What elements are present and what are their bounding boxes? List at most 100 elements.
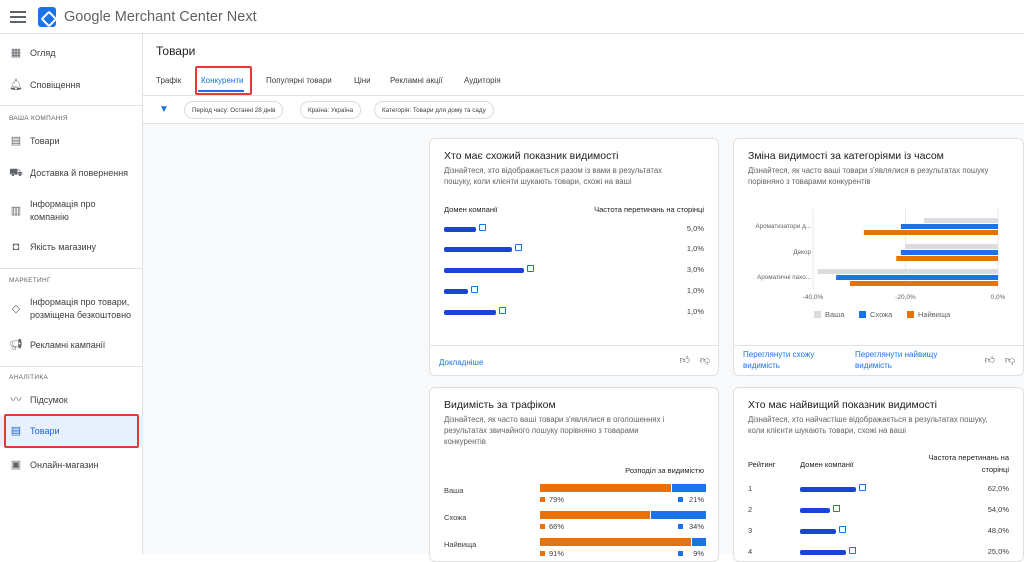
- bar-orange[interactable]: [540, 538, 692, 546]
- tab-prices[interactable]: Ціни: [354, 76, 371, 85]
- tab-popular-products[interactable]: Популярні товари: [266, 76, 332, 85]
- subtitle-line: коли клієнти шукають товари, схожі на ва…: [748, 426, 906, 435]
- external-link-icon[interactable]: [833, 505, 840, 512]
- redacted-domain[interactable]: [800, 529, 836, 534]
- sidebar-item-business-info[interactable]: ▥ Інформація про компанію: [0, 197, 143, 225]
- thumb-down-icon[interactable]: 👎︎: [700, 354, 710, 366]
- sidebar-item-store-quality[interactable]: ◘ Якість магазину: [0, 240, 143, 254]
- bar-Схожа[interactable]: [836, 275, 998, 280]
- sidebar-item-overview[interactable]: ▦ Огляд: [0, 46, 143, 60]
- divider: [0, 366, 143, 367]
- view-similar-link[interactable]: Переглянути схожу видимість: [743, 349, 814, 371]
- sidebar-item-products[interactable]: ▤ Товари: [0, 134, 143, 148]
- orange-swatch: [540, 524, 545, 529]
- divider: [0, 105, 143, 106]
- bar-Ваша[interactable]: [817, 269, 998, 274]
- section-label-analytics: АНАЛІТИКА: [9, 374, 49, 381]
- thumb-up-icon[interactable]: 👍︎: [985, 354, 995, 366]
- link-line: видимість: [743, 361, 780, 370]
- app-title: Google Merchant Center Next: [64, 8, 257, 25]
- external-link-icon[interactable]: [839, 526, 846, 533]
- bar-Найвища[interactable]: [863, 230, 998, 235]
- external-link-icon[interactable]: [479, 224, 486, 231]
- tab-audience[interactable]: Аудиторія: [464, 76, 501, 85]
- rank-value: 1: [748, 484, 753, 493]
- card-subtitle: Дізнайтеся, як часто ваші товари з'являл…: [748, 165, 988, 187]
- sidebar-item-label: Підсумок: [30, 394, 68, 405]
- subtitle-line: Дізнайтеся, як часто ваші товари з'являл…: [444, 415, 665, 424]
- sidebar-item-online-store[interactable]: ▣ Онлайн-магазин: [0, 458, 143, 472]
- bar-Найвища[interactable]: [850, 281, 998, 286]
- bar-orange[interactable]: [540, 511, 650, 519]
- subtitle-line: пошуку, коли клієнти шукають товари, схо…: [444, 177, 632, 186]
- redacted-domain[interactable]: [444, 268, 524, 273]
- card-title: Зміна видимості за категоріями із часом: [748, 150, 944, 162]
- sidebar-item-shipping[interactable]: ⛟ Доставка й повернення: [0, 166, 143, 180]
- tab-traffic[interactable]: Трафік: [156, 76, 181, 85]
- bar-Найвища[interactable]: [896, 256, 998, 261]
- highlight-box: [195, 66, 252, 95]
- menu-icon[interactable]: [10, 10, 26, 23]
- rank-value: 2: [748, 505, 753, 514]
- link-line: Переглянути схожу: [743, 350, 815, 359]
- bar-orange[interactable]: [540, 484, 672, 492]
- section-label-company: ВАША КОМПАНІЯ: [9, 115, 68, 122]
- blue-swatch: [678, 497, 683, 502]
- subtitle-line: Дізнайтеся, хто відображається разом із …: [444, 166, 663, 175]
- thumb-up-icon[interactable]: 👍︎: [680, 354, 690, 366]
- x-tick-label: -20,0%: [895, 294, 916, 301]
- bell-icon: 🔔︎: [9, 78, 23, 91]
- external-link-icon[interactable]: [515, 244, 522, 251]
- more-link[interactable]: Докладніше: [439, 357, 483, 368]
- redacted-domain[interactable]: [444, 310, 496, 315]
- header-line: Частота перетинань на: [928, 453, 1009, 462]
- external-link-icon[interactable]: [471, 286, 478, 293]
- filter-chip-category[interactable]: Категорія: Товари для дому та саду: [374, 101, 494, 119]
- sidebar-item-free-listings[interactable]: ◇ Інформація про товари, розміщена безко…: [0, 295, 143, 323]
- redacted-domain[interactable]: [444, 289, 468, 294]
- redacted-domain[interactable]: [800, 550, 846, 555]
- card-title: Хто має найвищий показник видимості: [748, 399, 937, 411]
- view-top-link[interactable]: Переглянути найвищу видимість: [855, 349, 937, 371]
- filter-icon[interactable]: ▼: [159, 105, 169, 115]
- external-link-icon[interactable]: [527, 265, 534, 272]
- filter-chip-period[interactable]: Період часу: Останні 28 днів: [184, 101, 284, 119]
- filter-bar: ▼ Період часу: Останні 28 днів Країна: У…: [143, 95, 1024, 124]
- overlap-value: 5,0%: [686, 224, 704, 233]
- bar-Схожа[interactable]: [900, 224, 998, 229]
- overlap-value: 48,0%: [987, 526, 1009, 535]
- bar-Ваша[interactable]: [905, 244, 999, 249]
- external-link-icon[interactable]: [849, 547, 856, 554]
- bar-Ваша[interactable]: [924, 218, 998, 223]
- sidebar-item-campaigns[interactable]: 📢︎ Рекламні кампанії: [0, 338, 143, 352]
- thumb-down-icon[interactable]: 👎︎: [1005, 354, 1015, 366]
- main-content: Товари Трафік Конкуренти Популярні товар…: [143, 34, 1024, 562]
- sidebar-item-label: Доставка й повернення: [30, 167, 129, 178]
- section-label-marketing: МАРКЕТИНГ: [9, 277, 51, 284]
- bar-blue[interactable]: [650, 511, 706, 519]
- column-header-domain: Домен компанії: [800, 460, 854, 469]
- sidebar-item-notifications[interactable]: 🔔︎ Сповіщення: [0, 78, 143, 92]
- external-link-icon[interactable]: [499, 307, 506, 314]
- filter-chip-country[interactable]: Країна: Україна: [300, 101, 362, 119]
- external-link-icon[interactable]: [859, 484, 866, 491]
- category-label: Ароматичні пахо...: [757, 273, 811, 281]
- truck-icon: ⛟: [9, 166, 23, 179]
- sidebar-item-label: Сповіщення: [30, 79, 81, 90]
- redacted-domain[interactable]: [444, 247, 512, 252]
- sidebar-item-label: Онлайн-магазин: [30, 459, 99, 470]
- legend-label-yours: Ваша: [825, 310, 845, 319]
- column-header-rank: Рейтинг: [748, 460, 776, 469]
- tab-promotions[interactable]: Рекламні акції: [390, 76, 443, 85]
- link-line: видимість: [855, 361, 892, 370]
- bar-Схожа[interactable]: [900, 250, 998, 255]
- bar-blue[interactable]: [672, 484, 706, 492]
- similar-visibility-card: Хто має схожий показник видимості Дізнай…: [429, 138, 719, 376]
- sidebar-item-summary[interactable]: 〰 Підсумок: [0, 393, 143, 407]
- redacted-domain[interactable]: [444, 227, 476, 232]
- bar-blue[interactable]: [692, 538, 706, 546]
- card-footer: Докладніше 👍︎ 👎︎: [430, 345, 718, 375]
- redacted-domain[interactable]: [800, 508, 830, 513]
- blue-value: 34%: [688, 522, 704, 531]
- redacted-domain[interactable]: [800, 487, 856, 492]
